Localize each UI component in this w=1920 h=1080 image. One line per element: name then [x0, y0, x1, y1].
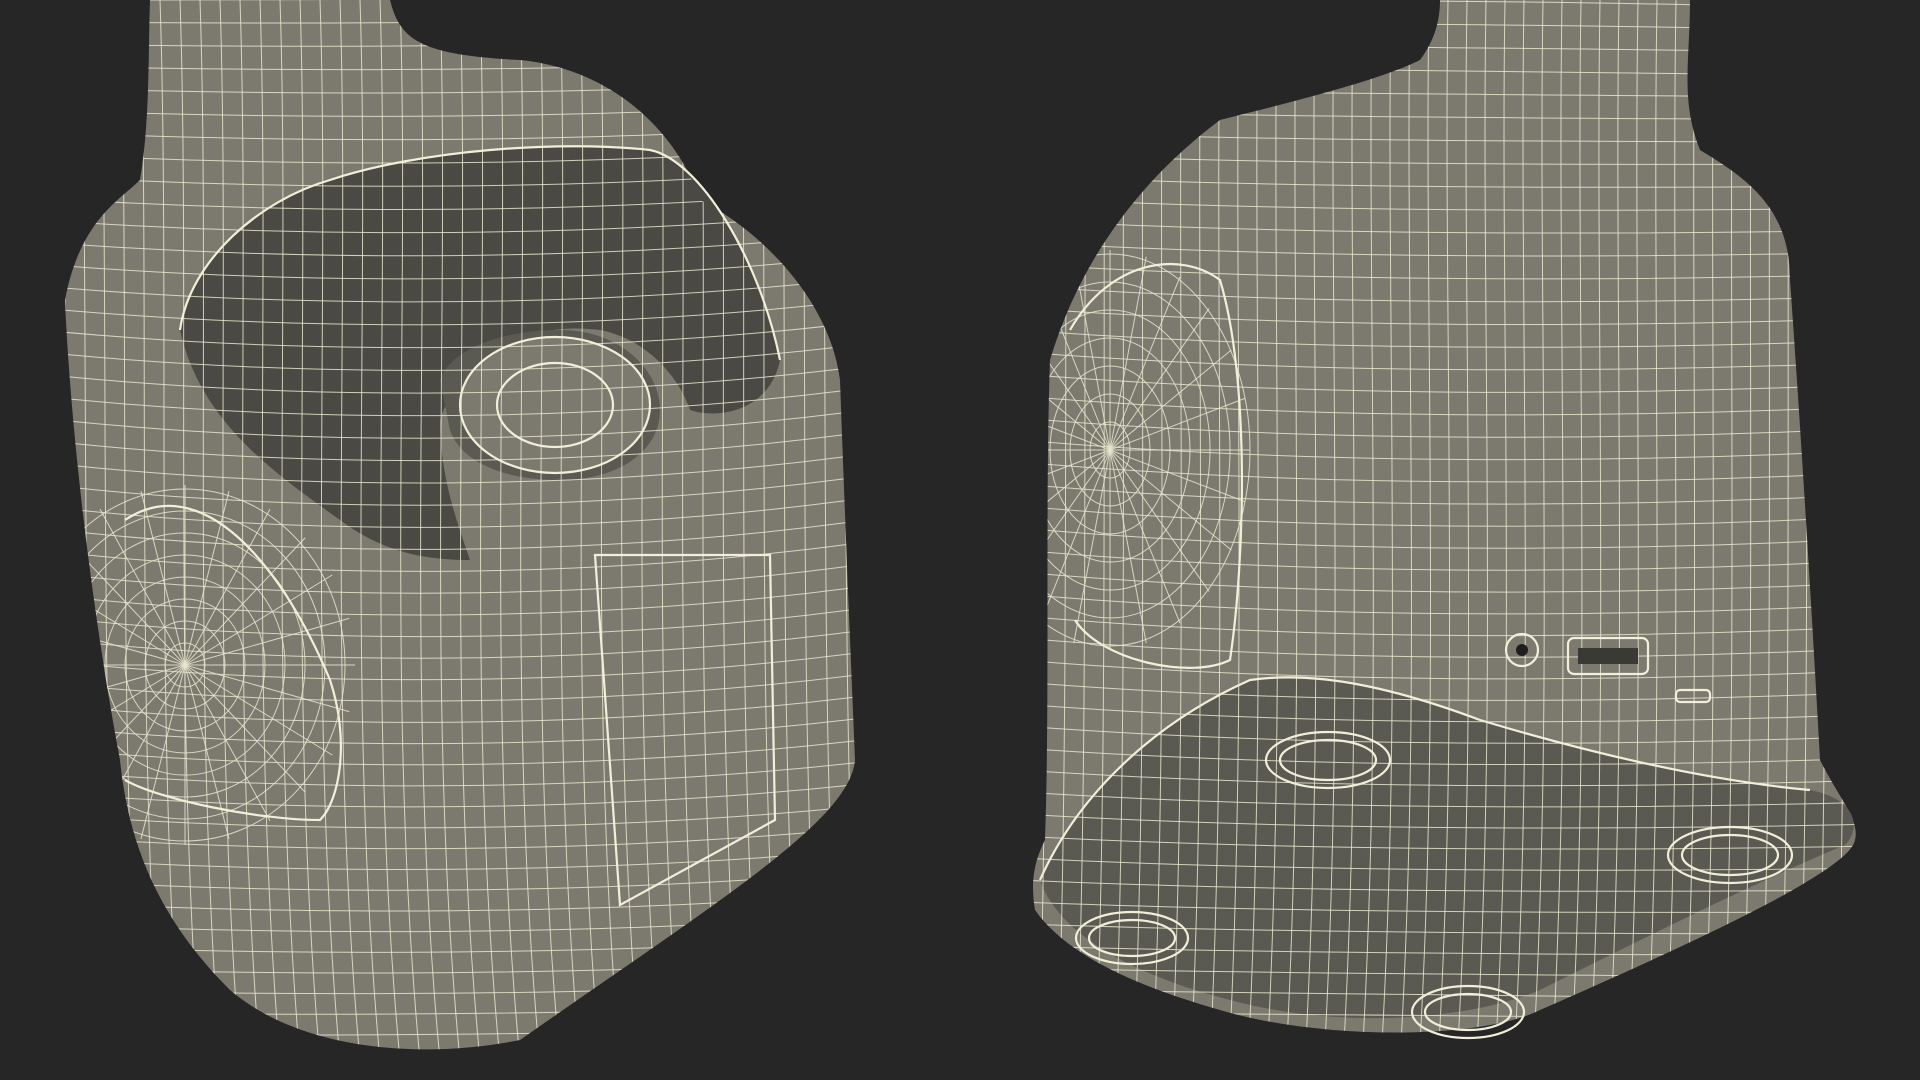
mesh-edge [1836, 0, 1848, 1033]
mesh-edge [1020, 0, 1030, 1060]
mesh-edge [1020, 1034, 1880, 1044]
mesh-edge [65, 0, 81, 1050]
mesh-edge [1817, 0, 1829, 1033]
mesh-edge [1020, 1056, 1880, 1066]
mesh-edge [860, 0, 880, 1060]
left-model [65, 0, 880, 1060]
render-viewport [0, 0, 1920, 1080]
mesh-edge [1855, 0, 1856, 1033]
wireframe-render [65, 0, 1880, 1066]
right-model [1020, 0, 1880, 1066]
